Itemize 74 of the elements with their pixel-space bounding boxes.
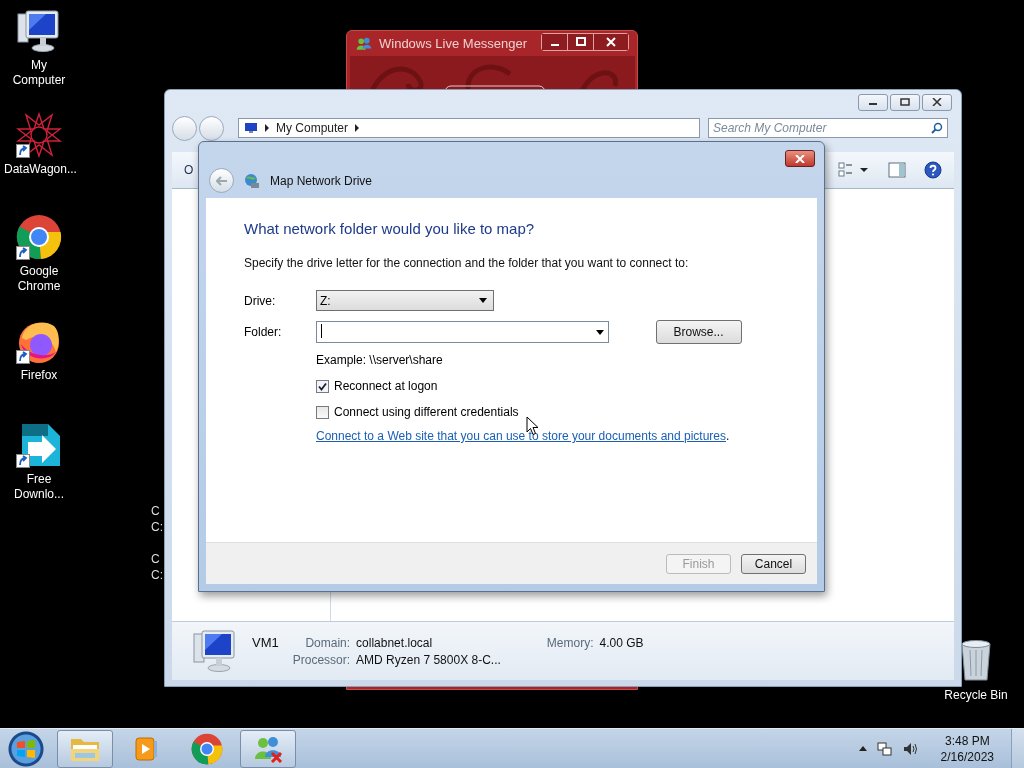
browse-button[interactable]: Browse... xyxy=(655,320,742,344)
checkbox[interactable] xyxy=(316,405,329,419)
desktop-icon-label[interactable]: C xyxy=(151,551,163,567)
maximize-icon xyxy=(575,36,586,47)
minimize-button[interactable] xyxy=(858,93,888,111)
desktop-icon-label[interactable]: C: xyxy=(151,567,163,583)
drive-label: Drive: xyxy=(244,293,277,308)
minimize-icon xyxy=(550,43,559,46)
close-button[interactable] xyxy=(922,93,952,111)
example-text: Example: \\server\share xyxy=(316,353,444,367)
close-button[interactable] xyxy=(785,150,815,167)
search-icon xyxy=(931,122,943,134)
maximize-button[interactable] xyxy=(890,93,920,111)
back-arrow-icon xyxy=(215,175,228,186)
help-icon[interactable] xyxy=(924,161,942,179)
desktop-icon-label[interactable]: C: xyxy=(151,519,163,535)
field-value: 4.00 GB xyxy=(599,636,644,650)
field-label: Processor: xyxy=(292,653,351,667)
close-icon xyxy=(932,98,942,106)
field-value: collabnet.local xyxy=(356,636,434,650)
desktop-icon-label[interactable]: My Computer xyxy=(4,58,74,88)
desktop-icon-label[interactable]: Recycle Bin xyxy=(944,688,1008,703)
dropdown-arrow-icon[interactable] xyxy=(596,330,604,335)
window-title: Windows Live Messenger xyxy=(379,36,528,51)
desktop-icon-label[interactable]: Firefox xyxy=(4,368,74,383)
dialog-title: Map Network Drive xyxy=(270,173,373,188)
close-icon xyxy=(795,154,805,163)
field-label: Memory: xyxy=(546,636,594,650)
search-field[interactable]: Search My Computer xyxy=(708,118,948,138)
desktop-icon-label[interactable]: C xyxy=(151,503,163,519)
checkbox-label[interactable]: Connect using different credentials xyxy=(334,405,519,419)
media-player-icon xyxy=(133,735,159,762)
windows-logo-icon xyxy=(15,737,37,760)
field-value: AMD Ryzen 7 5800X 8-C... xyxy=(356,653,501,667)
dropdown-arrow-icon xyxy=(479,298,487,303)
dialog-heading: What network folder would you like to map? xyxy=(244,220,536,237)
people-icon xyxy=(355,36,373,51)
folder-label: Folder: xyxy=(244,325,283,339)
close-icon xyxy=(606,36,616,47)
view-options-icon[interactable] xyxy=(838,162,870,178)
chevron-icon xyxy=(264,124,270,132)
star-icon xyxy=(16,112,62,158)
taskbar-button[interactable] xyxy=(240,729,296,768)
desktop-icon-label[interactable]: Free Downlo... xyxy=(4,472,74,502)
computer-icon xyxy=(244,122,258,134)
trash-bin-icon xyxy=(959,638,993,682)
network-icon[interactable] xyxy=(876,740,893,757)
computer-icon xyxy=(16,8,62,54)
web-site-link[interactable]: Connect to a Web site that you can use to store your documents and pictures xyxy=(316,429,726,443)
chevron-icon xyxy=(354,124,361,132)
instruction-text: Specify the drive letter for the connection and the folder that you want to connect to: xyxy=(244,256,690,270)
maximize-icon xyxy=(900,98,910,106)
close-button[interactable] xyxy=(594,33,628,50)
web-site-note: Connect to a Web site that you can use to store your documents and pictures. xyxy=(316,429,731,443)
chrome-icon xyxy=(191,732,223,765)
minimize-button[interactable] xyxy=(542,33,568,50)
checkbox[interactable] xyxy=(316,379,329,393)
maximize-button[interactable] xyxy=(568,33,594,50)
chrome-icon xyxy=(16,214,62,260)
computer-name: VM1 xyxy=(252,635,279,650)
desktop-icon-label[interactable]: Google Chrome xyxy=(4,264,74,294)
drive-dropdown[interactable]: Z: xyxy=(316,290,494,311)
desktop-icon-label[interactable]: DataWagon... xyxy=(4,162,74,177)
show-hidden-icons-icon[interactable] xyxy=(858,746,867,751)
organize-button[interactable]: O xyxy=(184,163,194,177)
address-bar[interactable]: My Computer xyxy=(238,118,700,138)
checkbox-label[interactable]: Reconnect at logon xyxy=(334,379,438,393)
field-label: Domain: xyxy=(304,636,351,650)
network-drive-icon xyxy=(244,172,260,189)
dialog-button[interactable]: Cancel xyxy=(741,553,806,574)
computer-icon xyxy=(192,628,238,674)
clock[interactable]: 3:48 PM 2/16/2023 xyxy=(940,732,994,765)
people-icon xyxy=(252,734,284,763)
taskbar-button[interactable] xyxy=(57,729,113,768)
